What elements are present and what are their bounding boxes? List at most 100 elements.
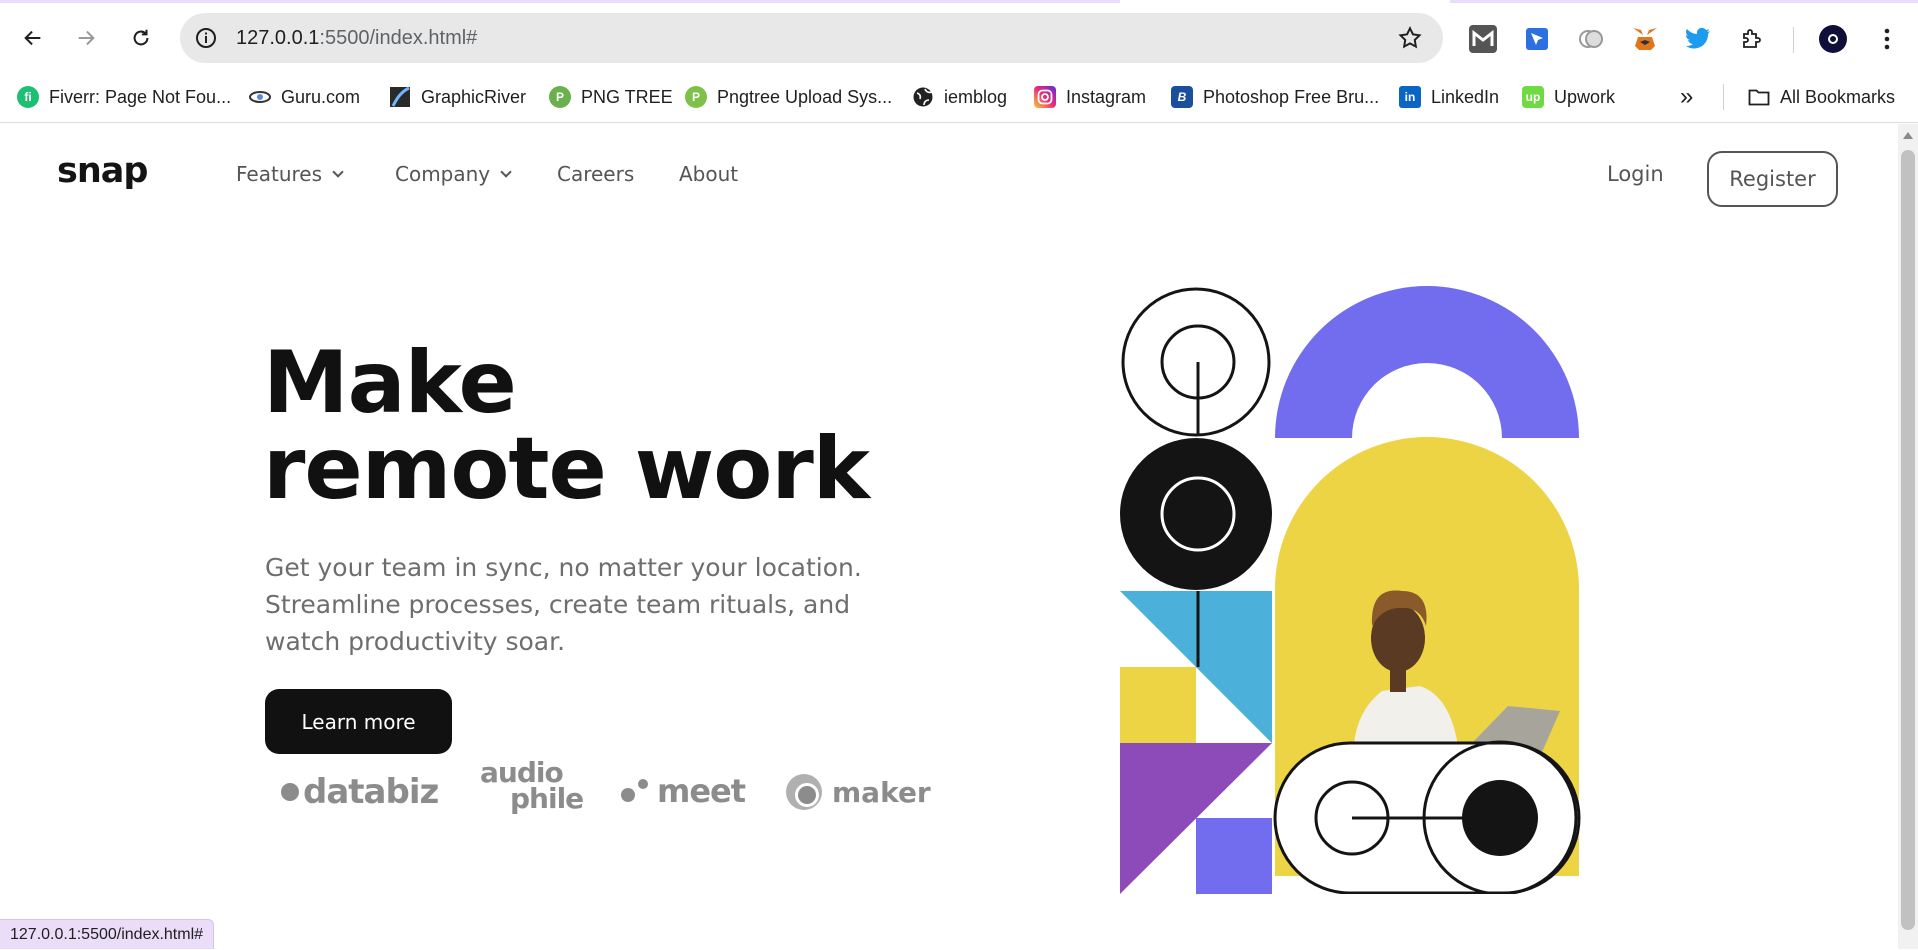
reload-icon xyxy=(133,29,149,46)
fiverr-icon: fi xyxy=(17,86,39,108)
metamask-icon[interactable] xyxy=(1631,25,1659,53)
register-button[interactable]: Register xyxy=(1707,151,1838,207)
webpage: snap Features Company Careers About Logi… xyxy=(0,124,1898,949)
bookmark-instagram[interactable]: Instagram xyxy=(1034,83,1146,111)
extensions-puzzle-icon[interactable] xyxy=(1738,25,1766,53)
bookmark-upwork[interactable]: up Upwork xyxy=(1522,83,1615,111)
bookmark-label: Photoshop Free Bru... xyxy=(1203,86,1380,107)
twitter-icon[interactable] xyxy=(1684,25,1712,53)
nav-about[interactable]: About xyxy=(679,162,738,186)
maker-text: maker xyxy=(832,775,931,809)
databiz-text: databiz xyxy=(303,772,439,812)
yellow-square-shape xyxy=(1120,667,1196,743)
hero-title: Make remote work xyxy=(263,333,870,519)
bookmark-pngtree-upload[interactable]: P Pngtree Upload Sys... xyxy=(685,83,892,111)
nav-label: Careers xyxy=(557,162,635,186)
meet-text: meet xyxy=(657,772,746,810)
folder-icon xyxy=(1748,86,1770,108)
site-info-icon[interactable] xyxy=(194,26,218,50)
browser-toolbar: 127.0.0.1:5500/index.html# xyxy=(0,3,1918,71)
nav-label: About xyxy=(679,162,739,186)
bookmark-pngtree[interactable]: P PNG TREE xyxy=(549,83,673,111)
pngtree-icon: P xyxy=(549,86,571,108)
hero-illustration xyxy=(1120,286,1581,894)
toolbar-separator xyxy=(1793,27,1794,53)
maker-circle-icon xyxy=(786,774,822,810)
hero-subtitle-line: Streamline processes, create team ritual… xyxy=(265,590,851,619)
blue-triangle-shape-2 xyxy=(1196,591,1272,743)
capsule-shape xyxy=(1273,740,1581,894)
bookmark-graphicriver[interactable]: GraphicRiver xyxy=(389,83,526,111)
bookmark-label: PNG TREE xyxy=(581,86,673,107)
browser-menu-button[interactable] xyxy=(1873,25,1901,53)
bookmark-photoshop-brushes[interactable]: B Photoshop Free Bru... xyxy=(1171,83,1379,111)
nav-label: Features xyxy=(236,162,322,186)
upwork-icon: up xyxy=(1522,86,1544,108)
audiophile-logo: audio phile xyxy=(480,759,584,815)
kebab-menu-icon xyxy=(1884,28,1890,50)
status-bar-url: 127.0.0.1:5500/index.html# xyxy=(0,919,215,949)
profile-avatar[interactable] xyxy=(1819,25,1847,53)
hero-subtitle-line: Get your team in sync, no matter your lo… xyxy=(265,553,862,582)
url-path: :5500/index.html# xyxy=(319,27,478,49)
nav-features[interactable]: Features xyxy=(236,162,344,186)
back-button[interactable] xyxy=(15,20,51,56)
guru-icon xyxy=(249,86,271,108)
bookmark-guru[interactable]: Guru.com xyxy=(249,83,360,111)
page-scrollbar[interactable] xyxy=(1898,124,1918,949)
bookmark-star-icon[interactable] xyxy=(1397,25,1423,51)
site-logo[interactable]: snap xyxy=(57,151,148,191)
hero-title-line: remote work xyxy=(263,419,870,519)
purple-arch-shape xyxy=(1275,286,1579,438)
bookmark-fiverr[interactable]: fi Fiverr: Page Not Fou... xyxy=(17,83,231,111)
bookmark-label: Pngtree Upload Sys... xyxy=(717,86,893,107)
hero-subtitle-line: watch productivity soar. xyxy=(265,627,566,656)
databiz-dot-icon xyxy=(281,783,299,801)
forward-arrow-icon xyxy=(78,30,95,46)
bookmark-iemblog[interactable]: iemblog xyxy=(912,83,1007,111)
black-circle-shape xyxy=(1120,438,1272,590)
linkedin-icon: in xyxy=(1399,86,1421,108)
bookmark-label: LinkedIn xyxy=(1431,86,1500,107)
meet-logo: meet xyxy=(619,772,746,810)
hero-title-line: Make xyxy=(263,333,517,433)
reload-button[interactable] xyxy=(123,20,159,56)
address-bar[interactable]: 127.0.0.1:5500/index.html# xyxy=(180,13,1443,63)
instagram-icon xyxy=(1034,86,1056,108)
meet-dots-icon xyxy=(621,779,648,802)
nav-company[interactable]: Company xyxy=(395,162,512,186)
chevron-down-icon xyxy=(332,166,344,178)
chevron-down-icon xyxy=(500,166,512,178)
bookmark-label: Upwork xyxy=(1554,86,1616,107)
concentric-circle-shape xyxy=(1121,287,1271,437)
extension-grey-icon[interactable] xyxy=(1577,25,1605,53)
databiz-logo: databiz xyxy=(280,772,439,812)
address-text[interactable]: 127.0.0.1:5500/index.html# xyxy=(236,27,477,50)
bookmark-label: iemblog xyxy=(944,86,1008,107)
scroll-up-arrow-icon[interactable] xyxy=(1903,132,1913,139)
extension-m-icon[interactable] xyxy=(1469,25,1497,53)
url-host: 127.0.0.1 xyxy=(236,27,320,49)
bookmark-label: Fiverr: Page Not Fou... xyxy=(49,86,232,107)
bookmark-label: GraphicRiver xyxy=(421,86,527,107)
bookmarks-overflow-button[interactable]: » xyxy=(1680,83,1693,111)
photoshop-brushes-icon: B xyxy=(1171,86,1193,108)
learn-more-button[interactable]: Learn more xyxy=(265,689,452,754)
client-logos: databiz audio phile meet maker xyxy=(278,759,931,824)
all-bookmarks-button[interactable]: All Bookmarks xyxy=(1748,83,1895,111)
purple-square-shape xyxy=(1196,818,1272,894)
audiophile-text-bottom: phile xyxy=(510,782,584,815)
maker-logo: maker xyxy=(784,772,931,812)
bookmarks-bar: fi Fiverr: Page Not Fou... Guru.com Graph… xyxy=(0,71,1918,123)
graphicriver-icon xyxy=(389,86,411,108)
nav-label: Company xyxy=(395,162,491,186)
extension-blue-icon[interactable] xyxy=(1523,25,1551,53)
forward-button[interactable] xyxy=(68,20,104,56)
bookmark-linkedin[interactable]: in LinkedIn xyxy=(1399,83,1499,111)
login-link[interactable]: Login xyxy=(1607,162,1664,186)
globe-icon xyxy=(912,86,934,108)
overflow-chevrons-icon: » xyxy=(1680,83,1694,110)
hero-subtitle: Get your team in sync, no matter your lo… xyxy=(265,549,915,660)
scrollbar-thumb[interactable] xyxy=(1901,150,1915,930)
nav-careers[interactable]: Careers xyxy=(557,162,634,186)
